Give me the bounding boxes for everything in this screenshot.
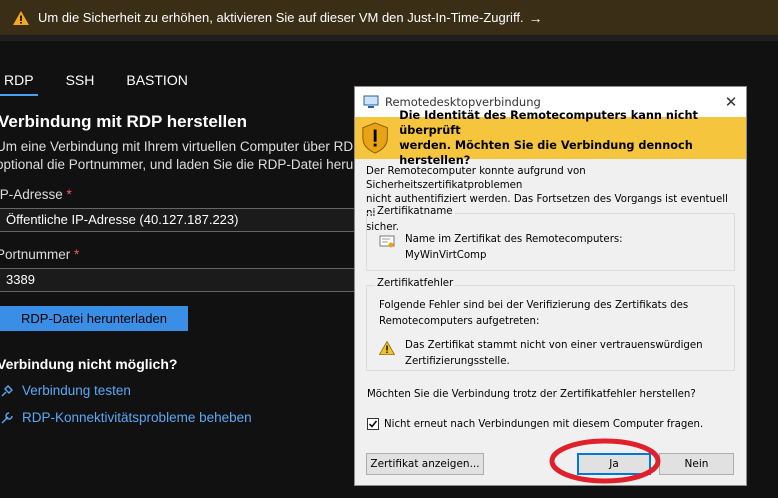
- checkbox-box[interactable]: [367, 418, 379, 430]
- warning-line: werden. Möchten Sie die Verbindung denno…: [399, 139, 693, 167]
- arrow-right-icon: →: [528, 9, 543, 26]
- banner-text: Um die Sicherheit zu erhöhen, aktivieren…: [38, 10, 524, 25]
- certificate-name-value: MyWinVirtComp: [405, 250, 487, 261]
- certificate-error-text: Das Zertifikat stammt nicht von einer ve…: [405, 338, 703, 370]
- identity-warning-bar: Die Identität des Remotecomputers kann n…: [355, 109, 746, 167]
- wrench-icon: [1, 411, 13, 423]
- warning-icon: [13, 10, 29, 25]
- error-intro-line: Folgende Fehler sind bei der Verifizieru…: [379, 300, 689, 311]
- error-line: Zertifizierungsstelle.: [405, 356, 510, 367]
- port-number-label-text: Portnummer: [0, 247, 71, 262]
- no-button[interactable]: Nein: [659, 453, 734, 475]
- connect-tabs: RDP SSH BASTION: [0, 66, 192, 96]
- certificate-name-group: Zertifikatname Name im Zertifikat des Re…: [366, 206, 735, 271]
- view-certificate-button[interactable]: Zertifikat anzeigen...: [366, 453, 484, 475]
- description-line: Um eine Verbindung mit Ihrem virtuellen …: [0, 139, 363, 154]
- ip-address-label-text: IP-Adresse: [0, 187, 63, 202]
- dialog-title: Remotedesktopverbindung: [385, 95, 541, 109]
- rdp-troubleshoot-link[interactable]: RDP-Konnektivitätsprobleme beheben: [0, 410, 252, 425]
- tab-bastion[interactable]: BASTION: [122, 66, 191, 96]
- certificate-error-intro: Folgende Fehler sind bei der Verifizieru…: [379, 298, 688, 330]
- azure-portal-connect-page: Um die Sicherheit zu erhöhen, aktivieren…: [0, 0, 778, 498]
- required-mark: *: [74, 247, 80, 262]
- dont-ask-again-checkbox[interactable]: Nicht erneut nach Verbindungen mit diese…: [367, 418, 703, 430]
- port-number-label: Portnummer *: [0, 247, 79, 262]
- tab-ssh[interactable]: SSH: [62, 66, 99, 96]
- certificate-name-row: Name im Zertifikat des Remotecomputers: …: [379, 232, 623, 264]
- plug-icon: [1, 384, 13, 396]
- certificate-name-text: Name im Zertifikat des Remotecomputers: …: [405, 232, 623, 264]
- rdp-certificate-dialog: Remotedesktopverbindung ✕ Die Identität …: [354, 86, 747, 486]
- warning-text: Die Identität des Remotecomputers kann n…: [399, 108, 746, 168]
- error-intro-line: Remotecomputers aufgetreten:: [379, 316, 540, 327]
- warning-icon: [379, 341, 395, 355]
- section-title: Verbindung mit RDP herstellen: [0, 112, 248, 131]
- checkbox-label: Nicht erneut nach Verbindungen mit diese…: [384, 418, 704, 430]
- required-mark: *: [66, 187, 72, 202]
- error-line: Das Zertifikat stammt nicht von einer ve…: [405, 340, 703, 351]
- test-connection-link[interactable]: Verbindung testen: [0, 383, 131, 398]
- shield-warning-icon: [362, 122, 388, 154]
- divider: [0, 35, 778, 41]
- connect-question: Möchten Sie die Verbindung trotz der Zer…: [367, 389, 696, 400]
- rdp-troubleshoot-label: RDP-Konnektivitätsprobleme beheben: [22, 410, 252, 425]
- yes-button[interactable]: Ja: [577, 453, 651, 475]
- ip-address-label: IP-Adresse *: [0, 187, 72, 202]
- jit-warning-banner[interactable]: Um die Sicherheit zu erhöhen, aktivieren…: [0, 0, 778, 35]
- body-line: Der Remotecomputer konnte aufgrund von S…: [366, 166, 586, 191]
- certificate-error-title: Zertifikatfehler: [375, 278, 456, 289]
- test-connection-label: Verbindung testen: [22, 383, 131, 398]
- section-description: Um eine Verbindung mit Ihrem virtuellen …: [0, 138, 366, 174]
- certificate-name-title: Zertifikatname: [375, 206, 455, 217]
- description-line: optional die Portnummer, und laden Sie d…: [0, 157, 366, 172]
- warning-line: Die Identität des Remotecomputers kann n…: [399, 109, 698, 137]
- tab-rdp[interactable]: RDP: [0, 66, 38, 96]
- ip-address-select[interactable]: Öffentliche IP-Adresse (40.127.187.223): [0, 208, 359, 232]
- certificate-error-group: Zertifikatfehler Folgende Fehler sind be…: [366, 278, 735, 371]
- port-number-input[interactable]: 3389: [0, 268, 359, 292]
- troubleshoot-title: Verbindung nicht möglich?: [0, 356, 178, 372]
- certificate-error-item: Das Zertifikat stammt nicht von einer ve…: [379, 338, 703, 370]
- certificate-name-line: Name im Zertifikat des Remotecomputers:: [405, 234, 623, 245]
- checkmark-icon: [368, 420, 378, 428]
- download-rdp-button[interactable]: RDP-Datei herunterladen: [0, 306, 188, 331]
- remote-desktop-icon: [363, 95, 379, 108]
- certificate-icon: [379, 235, 395, 248]
